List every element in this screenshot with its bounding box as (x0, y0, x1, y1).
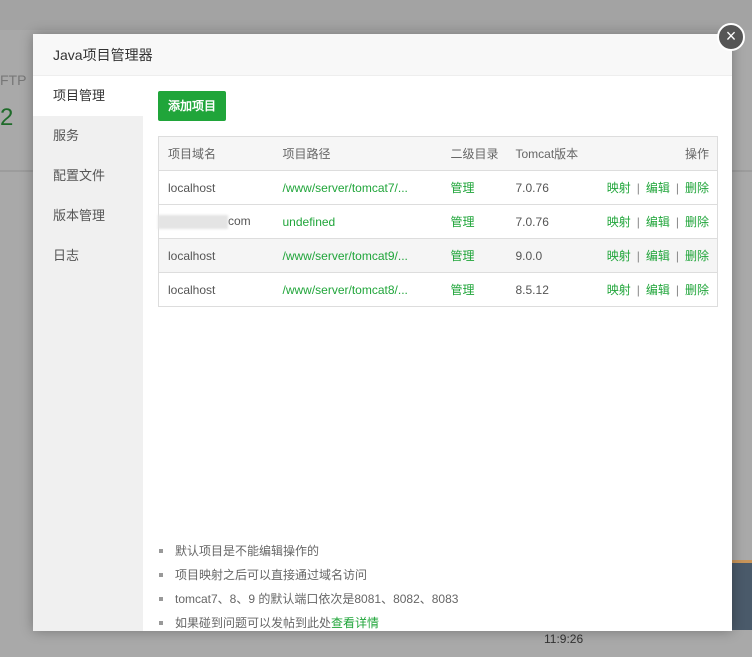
project-domain: localhost (158, 170, 274, 205)
map-link[interactable]: 映射 (607, 181, 631, 195)
map-link[interactable]: 映射 (607, 249, 631, 263)
domain-text: localhost (168, 248, 216, 263)
delete-link[interactable]: 删除 (685, 249, 709, 263)
column-version: Tomcat版本 (506, 136, 586, 171)
project-path[interactable]: /www/server/tomcat7/... (273, 170, 442, 205)
sidebar-item-service[interactable]: 服务 (33, 116, 143, 156)
column-subdir: 二级目录 (441, 136, 507, 171)
edit-link[interactable]: 编辑 (646, 249, 670, 263)
table-row: com undefined 管理 7.0.76 映射 | 编辑 | 删除 (158, 204, 718, 239)
separator: | (675, 215, 679, 229)
delete-link[interactable]: 删除 (685, 283, 709, 297)
edit-link[interactable]: 编辑 (646, 181, 670, 195)
note-item: 默认项目是不能编辑操作的 (158, 539, 458, 563)
domain-text: localhost (168, 180, 216, 195)
subdir-manage-link[interactable]: 管理 (441, 204, 507, 239)
sidebar-item-logs[interactable]: 日志 (33, 236, 143, 276)
separator: | (675, 249, 679, 263)
java-project-manager-dialog: Java项目管理器 项目管理 服务 配置文件 版本管理 日志 添加项目 项目域名… (33, 34, 732, 631)
project-path[interactable]: undefined (273, 204, 442, 239)
background-ftp-count: 2 (0, 104, 14, 131)
row-actions: 映射 | 编辑 | 删除 (585, 204, 718, 239)
separator: | (636, 249, 640, 263)
row-actions: 映射 | 编辑 | 删除 (585, 170, 718, 205)
row-actions: 映射 | 编辑 | 删除 (585, 238, 718, 273)
project-path[interactable]: /www/server/tomcat8/... (273, 272, 442, 307)
separator: | (675, 283, 679, 297)
sidebar-item-config[interactable]: 配置文件 (33, 156, 143, 196)
separator: | (675, 181, 679, 195)
edit-link[interactable]: 编辑 (646, 283, 670, 297)
projects-table: 项目域名 项目路径 二级目录 Tomcat版本 操作 localhost/www… (158, 136, 718, 307)
map-link[interactable]: 映射 (607, 283, 631, 297)
background-time: 11:9:26 (544, 632, 584, 646)
view-details-link[interactable]: 查看详情 (331, 616, 379, 630)
project-path[interactable]: /www/server/tomcat9/... (273, 238, 442, 273)
sidebar: 项目管理 服务 配置文件 版本管理 日志 (33, 76, 143, 631)
background-ftp-label: FTP (0, 72, 27, 88)
tomcat-version: 7.0.76 (506, 170, 586, 205)
tomcat-version: 9.0.0 (506, 238, 586, 273)
close-icon[interactable]: × (717, 23, 745, 51)
note-item: 如果碰到问题可以发帖到此处查看详情 (158, 611, 458, 635)
tomcat-version: 7.0.76 (506, 204, 586, 239)
edit-link[interactable]: 编辑 (646, 215, 670, 229)
background-header (0, 0, 752, 30)
row-actions: 映射 | 编辑 | 删除 (585, 272, 718, 307)
table-row: localhost/www/server/tomcat7/... 管理 7.0.76… (158, 170, 718, 205)
main-content: 添加项目 项目域名 项目路径 二级目录 Tomcat版本 操作 localhos… (143, 76, 732, 631)
separator: | (636, 181, 640, 195)
column-domain: 项目域名 (158, 136, 274, 171)
table-row: localhost/www/server/tomcat9/... 管理 9.0.0 映… (158, 238, 718, 273)
separator: | (636, 283, 640, 297)
project-domain: localhost (158, 272, 274, 307)
subdir-manage-link[interactable]: 管理 (441, 238, 507, 273)
column-path: 项目路径 (273, 136, 442, 171)
sidebar-item-versions[interactable]: 版本管理 (33, 196, 143, 236)
dialog-title: Java项目管理器 (33, 34, 732, 76)
project-domain: com (158, 204, 274, 239)
domain-text: localhost (168, 282, 216, 297)
add-project-button[interactable]: 添加项目 (158, 91, 227, 121)
domain-text: com (228, 214, 251, 229)
subdir-manage-link[interactable]: 管理 (441, 170, 507, 205)
delete-link[interactable]: 删除 (685, 181, 709, 195)
redacted-domain (158, 214, 228, 229)
note-item: 项目映射之后可以直接通过域名访问 (158, 563, 458, 587)
delete-link[interactable]: 删除 (685, 215, 709, 229)
sidebar-item-projects[interactable]: 项目管理 (33, 76, 143, 116)
subdir-manage-link[interactable]: 管理 (441, 272, 507, 307)
tomcat-version: 8.5.12 (506, 272, 586, 307)
background-chart (732, 560, 752, 630)
map-link[interactable]: 映射 (607, 215, 631, 229)
project-domain: localhost (158, 238, 274, 273)
column-actions: 操作 (585, 136, 718, 171)
table-header: 项目域名 项目路径 二级目录 Tomcat版本 操作 (158, 136, 718, 171)
separator: | (636, 215, 640, 229)
note-text: 如果碰到问题可以发帖到此处 (175, 616, 332, 630)
table-row: localhost/www/server/tomcat8/... 管理 8.5.12… (158, 272, 718, 307)
notes-list: 默认项目是不能编辑操作的 项目映射之后可以直接通过域名访问 tomcat7、8、… (158, 539, 458, 635)
note-item: tomcat7、8、9 的默认端口依次是8081、8082、8083 (158, 587, 458, 611)
